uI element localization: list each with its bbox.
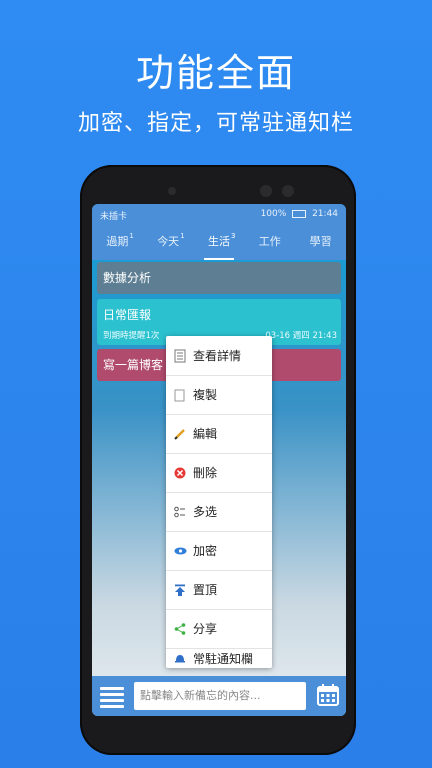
copy-icon [173, 388, 187, 402]
menu-item-label: 編輯 [193, 427, 218, 441]
menu-item-label: 刪除 [193, 466, 218, 480]
multi-select-icon [173, 505, 187, 519]
battery-icon [292, 209, 307, 218]
menu-item-edit[interactable]: 編輯 [166, 414, 272, 454]
note-title: 寫一篇博客 [103, 358, 164, 372]
front-camera [168, 187, 176, 195]
note-title: 日常匯報 [103, 308, 152, 322]
carrier-status: 未插卡 [100, 212, 128, 222]
status-time: 21:44 [312, 209, 338, 219]
context-menu: 查看詳情 複製 編輯 刪除 多选 加密 置頂 分享 常駐通知欄 [166, 336, 272, 668]
note-title: 數據分析 [103, 271, 152, 285]
menu-item-multi-select[interactable]: 多选 [166, 492, 272, 532]
calendar-icon[interactable] [316, 683, 340, 707]
menu-item-pin-notification[interactable]: 常駐通知欄 [166, 648, 272, 668]
tab-life[interactable]: 生活 3 [194, 224, 245, 260]
bottom-bar: 點擊輸入新備忘的內容... [92, 676, 346, 716]
tab-expired[interactable]: 過期 1 [92, 224, 143, 260]
camera-dot [260, 185, 272, 197]
tab-count: 1 [129, 232, 134, 240]
note-datetime: 03-16 週四 21:43 [265, 331, 337, 341]
pencil-icon [173, 427, 187, 441]
menu-item-delete[interactable]: 刪除 [166, 453, 272, 493]
new-memo-input[interactable]: 點擊輸入新備忘的內容... [134, 682, 306, 710]
bell-icon [173, 651, 187, 665]
menu-item-label: 多选 [193, 505, 218, 519]
promo-headline: 功能全面 [135, 51, 296, 95]
battery-percent: 100% [260, 209, 287, 219]
document-icon [173, 349, 187, 363]
menu-item-view-details[interactable]: 查看詳情 [166, 336, 272, 376]
menu-icon[interactable] [100, 684, 124, 708]
tab-work[interactable]: 工作 [244, 224, 295, 260]
pin-top-icon [173, 583, 187, 597]
menu-item-label: 常駐通知欄 [193, 651, 254, 666]
tab-count: 1 [180, 232, 185, 240]
note-reminder: 到期時提醒1次 [103, 331, 160, 341]
promo-subline: 加密、指定，可常驻通知栏 [77, 111, 354, 136]
category-tabs: 過期 1 今天 1 生活 3 工作 學習 [92, 224, 346, 260]
tab-count: 3 [230, 232, 236, 240]
note-item[interactable]: 數據分析 [97, 262, 341, 294]
menu-item-label: 查看詳情 [193, 349, 242, 363]
menu-item-copy[interactable]: 複製 [166, 375, 272, 415]
tab-today[interactable]: 今天 1 [143, 224, 194, 260]
menu-item-encrypt[interactable]: 加密 [166, 531, 272, 571]
menu-item-label: 置頂 [193, 583, 218, 597]
delete-icon [173, 466, 187, 480]
menu-item-pin-top[interactable]: 置頂 [166, 570, 272, 610]
eye-icon [173, 544, 187, 558]
menu-item-label: 分享 [193, 622, 218, 636]
sensor-dot [282, 185, 294, 197]
share-icon [173, 622, 187, 636]
menu-item-share[interactable]: 分享 [166, 609, 272, 649]
menu-item-label: 加密 [193, 544, 218, 558]
menu-item-label: 複製 [193, 388, 218, 402]
tab-study[interactable]: 學習 [295, 224, 346, 260]
